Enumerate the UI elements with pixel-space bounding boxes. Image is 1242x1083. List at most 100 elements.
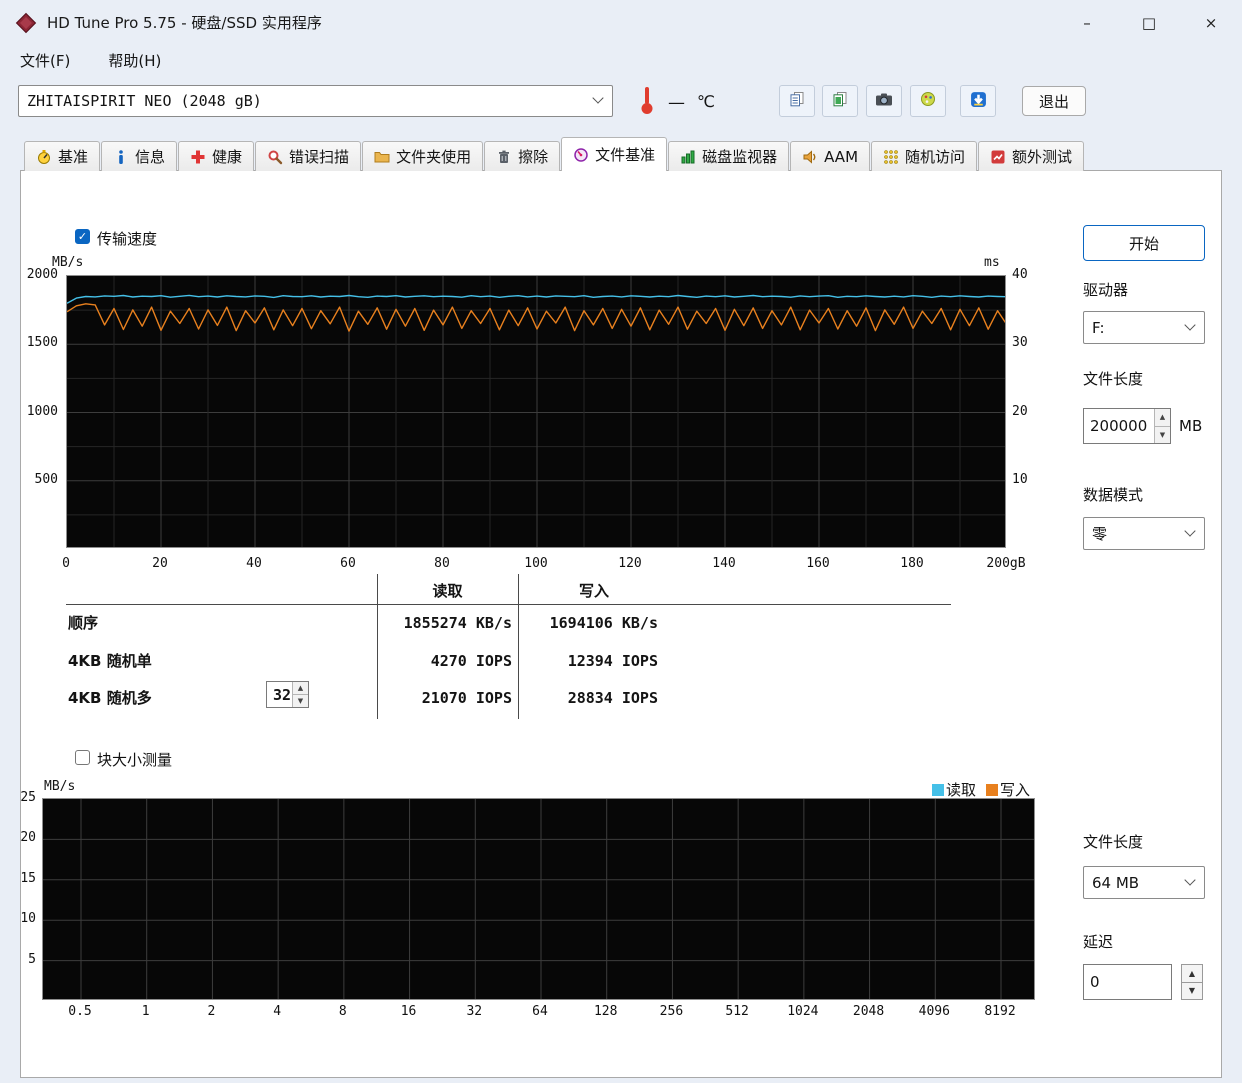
tab-benchmark[interactable]: 基准 [24, 141, 100, 171]
minimize-button[interactable]: – [1056, 0, 1118, 45]
spin-up-icon[interactable]: ▲ [293, 682, 308, 695]
drive-select[interactable]: ZHITAISPIRIT NEO (2048 gB) [18, 85, 613, 117]
tab-label: 额外测试 [1012, 146, 1072, 167]
maximize-button[interactable]: □ [1118, 0, 1180, 45]
tab-label: 文件基准 [595, 144, 655, 165]
toolbar: ZHITAISPIRIT NEO (2048 gB) — ℃ [0, 75, 1242, 133]
tab-file-benchmark[interactable]: 文件基准 [561, 137, 667, 171]
transfer-speed-chart [66, 275, 1006, 548]
spin-up-icon[interactable]: ▲ [1182, 965, 1202, 983]
file-length-spinner[interactable]: 200000 ▲▼ [1083, 408, 1171, 444]
info-icon [113, 149, 129, 165]
delay-input[interactable]: 0 [1083, 964, 1172, 1000]
chart2-legend: 读取 写入 [932, 779, 1030, 800]
folder-icon [374, 149, 390, 165]
palette-icon [920, 91, 936, 111]
tab-extra-tests[interactable]: 额外测试 [978, 141, 1084, 171]
spin-down-icon[interactable]: ▼ [293, 695, 308, 707]
tab-erase[interactable]: 擦除 [484, 141, 560, 171]
tab-folder-usage[interactable]: 文件夹使用 [362, 141, 483, 171]
tab-disk-monitor[interactable]: 磁盘监视器 [668, 141, 789, 171]
temperature-unit: ℃ [697, 92, 715, 111]
tab-label: 擦除 [518, 146, 548, 167]
tab-bar: 基准 信息 健康 错误扫描 文件夹使用 擦除 文件基准 磁盘监视器 [20, 137, 1222, 171]
magnifier-icon [267, 149, 283, 165]
row-label-4kb-single: 4KB 随机单 [68, 651, 258, 671]
options-button[interactable] [910, 85, 946, 117]
write-swatch-icon [986, 784, 998, 796]
chart1-yright-unit: ms [984, 255, 1000, 270]
copy-image-button[interactable] [822, 85, 858, 117]
copy-text-button[interactable] [779, 85, 815, 117]
block-file-length-select[interactable]: 64 MB [1083, 866, 1205, 899]
tab-health[interactable]: 健康 [178, 141, 254, 171]
file-length-unit: MB [1179, 417, 1202, 435]
table-divider [66, 604, 951, 605]
download-icon [970, 91, 987, 112]
hd-tune-window: HD Tune Pro 5.75 - 硬盘/SSD 实用程序 – □ × 文件(… [0, 0, 1242, 1083]
legend-read: 读取 [932, 779, 976, 800]
delay-spinner-arrows[interactable]: ▲▼ [1181, 964, 1203, 1000]
file-length-value: 200000 [1084, 409, 1154, 443]
chevron-down-icon [1184, 319, 1195, 330]
drive-label: 驱动器 [1083, 279, 1128, 300]
close-button[interactable]: × [1180, 0, 1242, 45]
thermometer-icon [637, 84, 657, 120]
spinner-arrows[interactable]: ▲▼ [292, 682, 308, 707]
spin-down-icon[interactable]: ▼ [1155, 427, 1170, 444]
block-size-checkbox[interactable] [75, 750, 90, 765]
table-header-write: 写入 [518, 581, 670, 601]
chevron-down-icon [1184, 525, 1195, 536]
start-button[interactable]: 开始 [1083, 225, 1205, 261]
tab-info[interactable]: 信息 [101, 141, 177, 171]
dots-grid-icon [883, 149, 899, 165]
file-length2-label: 文件长度 [1083, 831, 1143, 852]
sequential-write-value: 1694106 KB/s [521, 613, 658, 633]
row-label-sequential: 顺序 [68, 613, 258, 633]
spin-up-icon[interactable]: ▲ [1155, 409, 1170, 427]
read-swatch-icon [932, 784, 944, 796]
tab-label: 随机访问 [905, 146, 965, 167]
4kb-multi-write-value: 28834 IOPS [521, 688, 658, 708]
health-cross-icon [190, 149, 206, 165]
tab-label: 错误扫描 [289, 146, 349, 167]
tab-label: 磁盘监视器 [702, 146, 777, 167]
app-icon [15, 12, 37, 34]
tab-random-access[interactable]: 随机访问 [871, 141, 977, 171]
temperature-value: — [668, 93, 685, 113]
menu-help[interactable]: 帮助(H) [102, 48, 167, 73]
4kb-single-write-value: 12394 IOPS [521, 651, 658, 671]
window-controls: – □ × [1056, 0, 1242, 45]
spinner-arrows[interactable]: ▲▼ [1154, 409, 1170, 443]
legend-write: 写入 [986, 779, 1030, 800]
tab-error-scan[interactable]: 错误扫描 [255, 141, 361, 171]
drive-letter-select[interactable]: F: [1083, 311, 1205, 344]
data-mode-select[interactable]: 零 [1083, 517, 1205, 550]
spin-down-icon[interactable]: ▼ [1182, 983, 1202, 1000]
transfer-speed-checkbox[interactable]: ✓ [75, 229, 90, 244]
tab-aam[interactable]: AAM [790, 141, 870, 171]
file-benchmark-icon [573, 147, 589, 163]
benchmark-icon [36, 149, 52, 165]
4kb-single-read-value: 4270 IOPS [380, 651, 512, 671]
drive-select-value: ZHITAISPIRIT NEO (2048 gB) [27, 92, 262, 110]
chart2-y-unit: MB/s [44, 779, 75, 794]
camera-icon [875, 91, 893, 111]
delay-label: 延迟 [1083, 931, 1113, 952]
update-button[interactable] [960, 85, 996, 117]
tab-label: 文件夹使用 [396, 146, 471, 167]
copy-text-icon [789, 91, 805, 111]
data-mode-label: 数据模式 [1083, 484, 1143, 505]
queue-depth-spinner[interactable]: 32 ▲▼ [266, 681, 309, 708]
screenshot-button[interactable] [866, 85, 902, 117]
title-bar: HD Tune Pro 5.75 - 硬盘/SSD 实用程序 – □ × [0, 0, 1242, 45]
table-header-read: 读取 [377, 581, 518, 601]
speaker-icon [802, 149, 818, 165]
menu-file[interactable]: 文件(F) [14, 48, 76, 73]
4kb-multi-read-value: 21070 IOPS [380, 688, 512, 708]
tab-label: 健康 [212, 146, 242, 167]
transfer-speed-label: 传输速度 [97, 228, 157, 249]
exit-button[interactable]: 退出 [1022, 86, 1086, 116]
chevron-down-icon [592, 92, 603, 103]
bar-chart-icon [680, 149, 696, 165]
